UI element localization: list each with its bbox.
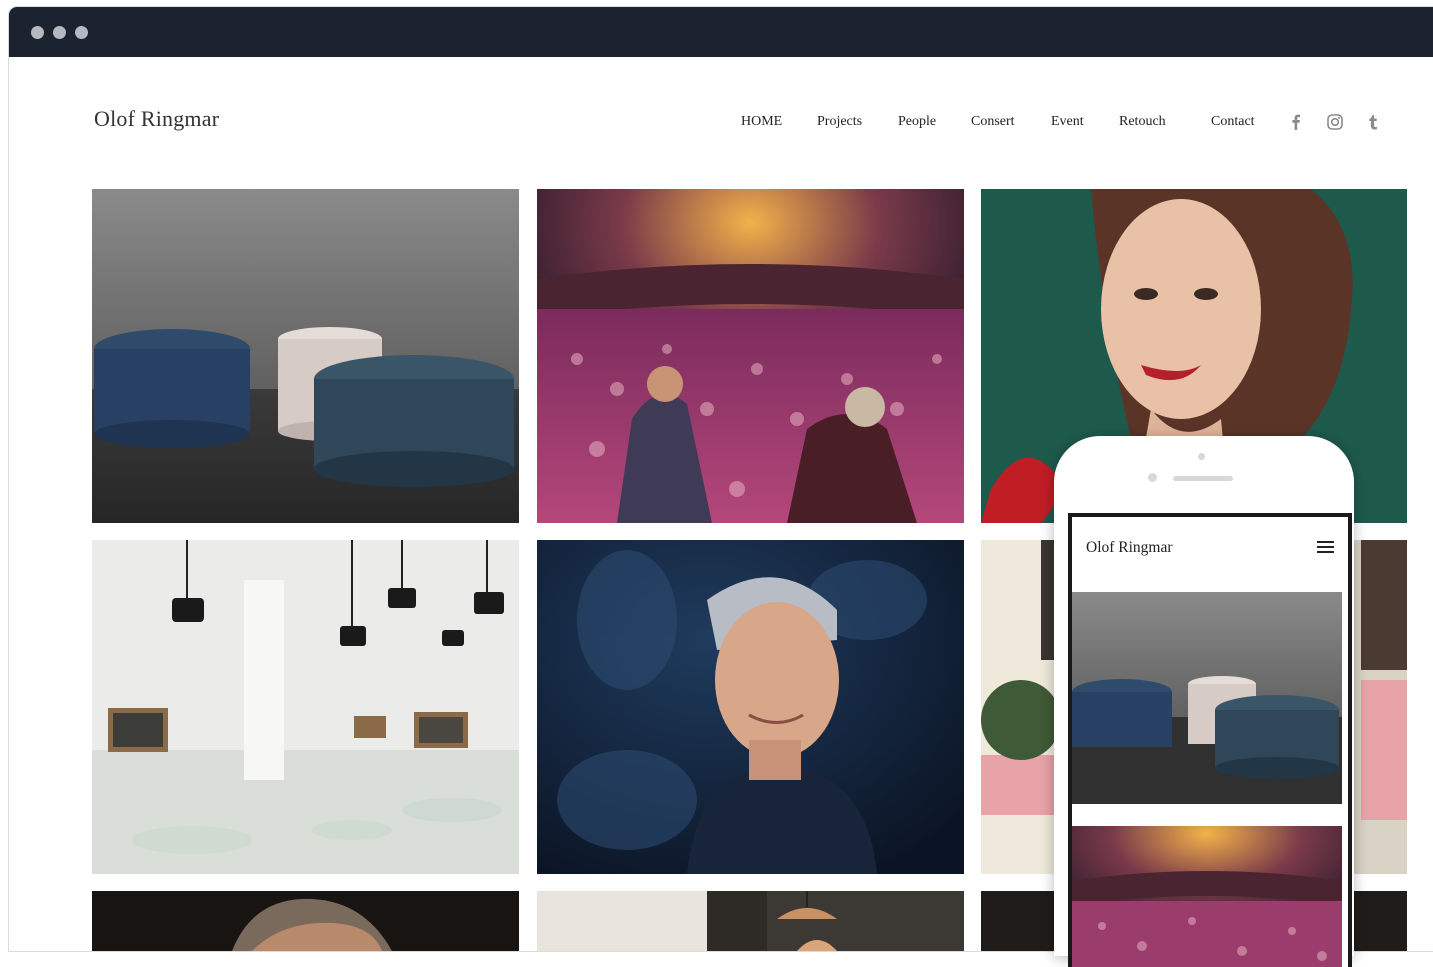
nav-people[interactable]: People: [898, 114, 936, 130]
nav-retouch[interactable]: Retouch: [1119, 114, 1166, 130]
phone-sensor: [1198, 453, 1205, 460]
phone-mockup: Olof Ringmar: [1054, 436, 1354, 967]
nav-projects[interactable]: Projects: [817, 114, 862, 130]
pendant-lamps-bar-photo[interactable]: [537, 891, 964, 951]
phone-speaker: [1173, 476, 1233, 481]
nav-home[interactable]: HOME: [741, 114, 782, 130]
nav-event[interactable]: Event: [1051, 114, 1084, 130]
browser-titlebar: [9, 7, 1433, 57]
window-minimize-dot[interactable]: [53, 26, 66, 39]
phone-screen: Olof Ringmar: [1068, 513, 1352, 967]
furniture-poufs-photo[interactable]: [92, 189, 519, 523]
phone-camera: [1148, 473, 1157, 482]
concert-crowd-photo[interactable]: [537, 189, 964, 523]
window-close-dot[interactable]: [31, 26, 44, 39]
instagram-icon[interactable]: [1325, 112, 1345, 132]
facebook-icon[interactable]: [1286, 112, 1306, 132]
man-portrait-photo[interactable]: [92, 891, 519, 951]
mobile-site-logo[interactable]: Olof Ringmar: [1086, 539, 1173, 557]
nav-consert[interactable]: Consert: [971, 114, 1015, 130]
grey-haired-man-portrait[interactable]: [537, 540, 964, 874]
tumblr-icon[interactable]: [1363, 112, 1383, 132]
white-gallery-installation-photo[interactable]: [92, 540, 519, 874]
mobile-furniture-poufs-photo[interactable]: [1072, 592, 1342, 804]
window-maximize-dot[interactable]: [75, 26, 88, 39]
nav-contact[interactable]: Contact: [1211, 114, 1255, 130]
main-nav: HOME Projects People Consert Event Retou…: [0, 114, 1433, 134]
mobile-concert-crowd-photo[interactable]: [1072, 826, 1342, 967]
hamburger-menu-icon[interactable]: [1317, 541, 1334, 554]
